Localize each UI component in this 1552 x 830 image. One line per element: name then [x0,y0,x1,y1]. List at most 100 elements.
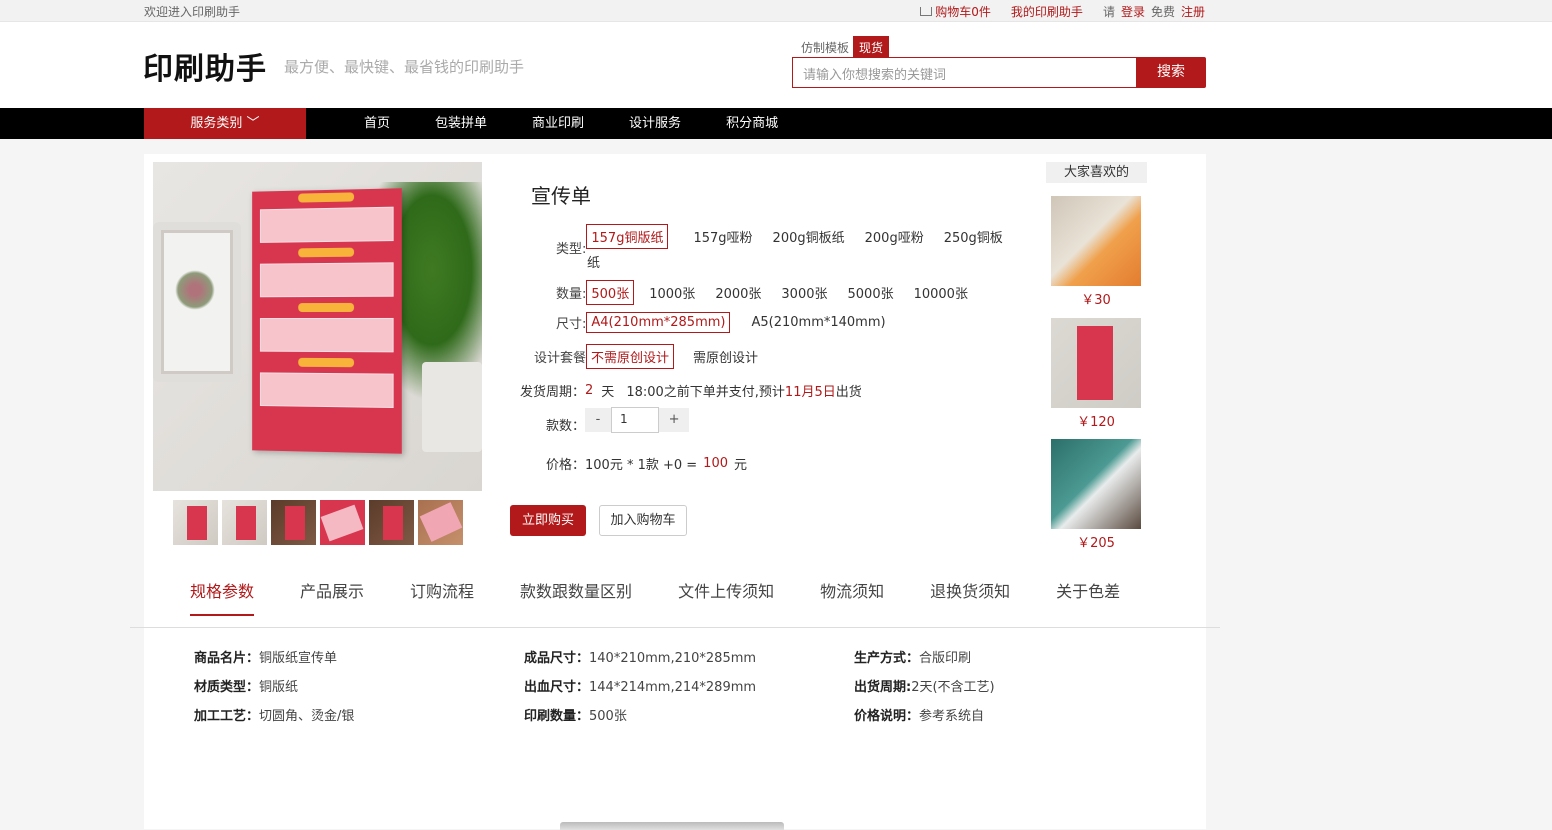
recommend-item[interactable]: ￥30 [1051,196,1141,308]
quantity-option[interactable]: 10000张 [909,280,973,305]
type-option[interactable]: 157g哑粉 [688,224,757,249]
service-category-menu[interactable]: 服务类别 ﹀ [144,108,306,139]
quantity-option[interactable]: 5000张 [843,280,899,305]
spec-item: 成品尺寸：140*210mm,210*285mm [524,647,854,666]
product-panel: 宣传单 类型: 157g铜版纸 157g哑粉 200g铜板纸 200g哑粉 25… [144,154,1206,829]
price-unit: 元 [734,454,747,473]
please-text: 请 [1103,3,1115,20]
price-row: 价格：100元 * 1款 +0 = 100 元 [546,454,747,473]
recommend-image[interactable] [1051,196,1141,286]
quantity-option[interactable]: 3000张 [776,280,832,305]
search-tabs: 仿制模板 现货 [797,36,889,59]
count-minus-button[interactable]: - [585,408,611,432]
shipping-date: 11月5日 [785,381,836,400]
tab-order-process[interactable]: 订购流程 [410,578,474,616]
login-link[interactable]: 登录 [1121,3,1145,20]
search-tab-template[interactable]: 仿制模板 [797,36,853,59]
free-text: 免费 [1151,3,1175,20]
spec-item: 出货周期:2天(不含工艺) [854,676,1154,695]
count-input[interactable]: 1 [611,407,659,433]
recommend-title: 大家喜欢的 [1046,162,1147,183]
tab-returns[interactable]: 退换货须知 [930,578,1010,616]
quantity-option[interactable]: 2000张 [710,280,766,305]
search-button[interactable]: 搜索 [1136,57,1206,88]
type-option[interactable]: 157g铜版纸 [586,224,668,249]
welcome-text: 欢迎进入印刷助手 [144,3,240,20]
nav-design[interactable]: 设计服务 [629,108,681,139]
tab-color-difference[interactable]: 关于色差 [1056,578,1120,616]
tab-count-vs-quantity[interactable]: 款数跟数量区别 [520,578,632,616]
design-label: 设计套餐 [534,347,586,366]
register-link[interactable]: 注册 [1181,3,1205,20]
tab-specs[interactable]: 规格参数 [190,578,254,616]
size-options: 尺寸: A4(210mm*285mm) A5(210mm*140mm) [556,312,901,333]
type-option[interactable]: 250g铜板 [939,224,1008,249]
search-input[interactable]: 请输入你想搜索的关键词 [792,57,1138,88]
nav-packaging[interactable]: 包装拼单 [435,108,487,139]
thumbnail-strip [173,500,463,545]
price-value: 100 [703,456,728,471]
spec-item: 印刷数量：500张 [524,705,854,724]
price-label: 价格：100元 * 1款 +0 = [546,454,697,473]
design-option[interactable]: 需原创设计 [688,344,763,369]
type-option[interactable]: 200g哑粉 [860,224,929,249]
thumbnail[interactable] [271,500,316,545]
recommend-image[interactable] [1051,439,1141,529]
shipping-label: 发货周期： [520,381,585,400]
count-plus-button[interactable]: + [659,408,689,432]
product-main-image [153,162,482,491]
cart-icon [920,7,932,16]
design-options: 设计套餐 不需原创设计 需原创设计 [534,344,773,369]
top-bar: 欢迎进入印刷助手 购物车0件 我的印刷助手 请 登录 免费 注册 [0,0,1552,22]
tab-logistics[interactable]: 物流须知 [820,578,884,616]
type-option[interactable]: 200g铜板纸 [768,224,850,249]
flyer-graphic [252,188,402,453]
tab-product-display[interactable]: 产品展示 [300,578,364,616]
quantity-option[interactable]: 1000张 [644,280,700,305]
design-option[interactable]: 不需原创设计 [586,344,674,369]
tab-divider [130,627,1220,628]
buy-now-button[interactable]: 立即购买 [510,505,586,536]
type-option-wrap: 纸 [587,252,600,271]
add-to-cart-button[interactable]: 加入购物车 [599,505,687,536]
detail-tabs: 规格参数 产品展示 订购流程 款数跟数量区别 文件上传须知 物流须知 退换货须知… [190,578,1166,616]
nav-points-mall[interactable]: 积分商城 [726,108,778,139]
thumbnail[interactable] [369,500,414,545]
thumbnail[interactable] [222,500,267,545]
spec-item: 生产方式：合版印刷 [854,647,1154,666]
quantity-options: 数量: 500张 1000张 2000张 3000张 5000张 10000张 [556,280,983,305]
shipping-days: 2 [585,383,593,398]
recommend-price: ￥30 [1051,289,1141,308]
count-row: 款数： - 1 + [546,405,689,434]
recommend-price: ￥120 [1051,411,1141,430]
cart-link[interactable]: 购物车0件 [920,3,991,20]
size-option[interactable]: A4(210mm*285mm) [586,312,730,333]
spec-item: 出血尺寸：144*214mm,214*289mm [524,676,854,695]
nav-commercial-print[interactable]: 商业印刷 [532,108,584,139]
spec-item: 价格说明：参考系统自 [854,705,1154,724]
search-tab-stock[interactable]: 现货 [853,36,889,59]
spec-item: 商品名片：铜版纸宣传单 [194,647,524,666]
thumbnail[interactable] [418,500,463,545]
spec-item: 加工工艺：切圆角、烫金/银 [194,705,524,724]
recommend-image[interactable] [1051,318,1141,408]
shipping-info: 发货周期： 2 天 18:00之前下单并支付,预计 11月5日 出货 [520,381,862,400]
shipping-note: 18:00之前下单并支付,预计 [626,381,785,400]
thumbnail[interactable] [173,500,218,545]
shipping-unit: 天 [601,381,614,400]
site-logo[interactable]: 印刷助手 [143,44,267,88]
main-nav: 服务类别 ﹀ 首页 包装拼单 商业印刷 设计服务 积分商城 [0,108,1552,139]
top-links: 购物车0件 我的印刷助手 请 登录 免费 注册 [920,3,1205,20]
nav-home[interactable]: 首页 [364,108,390,139]
recommend-item[interactable]: ￥205 [1051,439,1141,551]
size-label: 尺寸: [556,313,586,332]
site-slogan: 最方便、最快键、最省钱的印刷助手 [284,56,524,77]
size-option[interactable]: A5(210mm*140mm) [746,312,890,333]
quantity-option[interactable]: 500张 [586,280,634,305]
my-account-link[interactable]: 我的印刷助手 [1011,3,1083,20]
tab-file-upload[interactable]: 文件上传须知 [678,578,774,616]
nav-links: 首页 包装拼单 商业印刷 设计服务 积分商城 [364,108,778,139]
thumbnail[interactable] [320,500,365,545]
recommend-item[interactable]: ￥120 [1051,318,1141,430]
type-label: 类型: [556,238,586,257]
